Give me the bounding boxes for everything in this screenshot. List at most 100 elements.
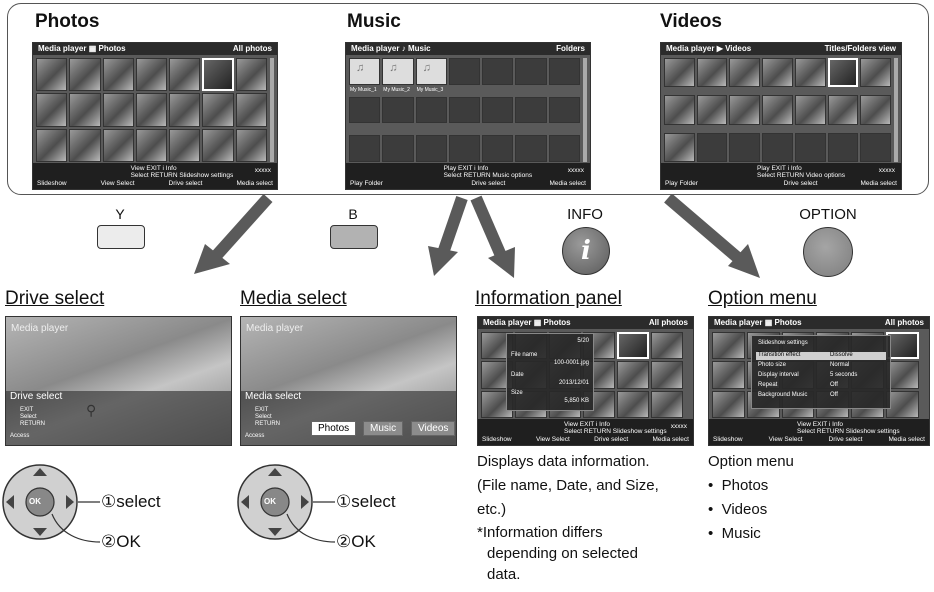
footer-button-yellow[interactable]: Drive select bbox=[594, 436, 628, 443]
video-thumb[interactable] bbox=[664, 132, 695, 162]
photo-thumb[interactable] bbox=[617, 390, 649, 418]
photo-thumb[interactable] bbox=[36, 93, 68, 127]
photo-thumb[interactable] bbox=[712, 390, 745, 418]
info-key[interactable]: i bbox=[562, 227, 610, 275]
music-folder[interactable]: ♫ My Music_2 bbox=[382, 58, 414, 93]
photo-thumb[interactable] bbox=[102, 128, 134, 162]
video-thumb[interactable] bbox=[794, 95, 826, 125]
footer-button-green[interactable]: View Select bbox=[769, 436, 803, 443]
footer-button-red[interactable]: Slideshow bbox=[713, 436, 743, 443]
footer-button-red[interactable]: Play Folder bbox=[665, 180, 698, 187]
video-thumb[interactable] bbox=[762, 95, 793, 125]
photo-thumb[interactable] bbox=[169, 58, 201, 92]
photo-thumb[interactable] bbox=[36, 128, 68, 162]
step-select: ①select bbox=[101, 492, 161, 511]
footer-button-blue[interactable]: Media select bbox=[550, 180, 587, 187]
photo-thumb[interactable] bbox=[102, 93, 134, 127]
video-thumb[interactable] bbox=[729, 95, 761, 125]
photo-thumb[interactable] bbox=[886, 390, 919, 418]
screen-title: Media player bbox=[11, 323, 69, 334]
video-thumb[interactable] bbox=[664, 58, 695, 88]
photo-thumb[interactable] bbox=[36, 58, 68, 92]
option-row-repeat[interactable]: Repeat Off bbox=[756, 382, 886, 390]
scrollbar[interactable] bbox=[270, 58, 274, 162]
scrollbar[interactable] bbox=[894, 58, 898, 162]
video-thumb[interactable] bbox=[860, 58, 891, 88]
footer-button-blue[interactable]: Media select bbox=[652, 436, 689, 443]
photo-thumb-selected[interactable] bbox=[617, 332, 649, 360]
option-key[interactable] bbox=[803, 227, 853, 277]
photo-thumb-selected[interactable] bbox=[202, 58, 234, 92]
photo-thumb[interactable] bbox=[169, 128, 201, 162]
footer-button-green[interactable]: View Select bbox=[536, 436, 570, 443]
blue-key[interactable] bbox=[330, 225, 378, 249]
photo-thumb[interactable] bbox=[617, 361, 649, 389]
video-thumb[interactable] bbox=[696, 58, 728, 88]
photo-thumb[interactable] bbox=[235, 128, 267, 162]
footer-button-yellow[interactable]: Drive select bbox=[784, 180, 818, 187]
photo-thumb[interactable] bbox=[712, 361, 745, 389]
photo-thumb[interactable] bbox=[169, 93, 201, 127]
footer-button-yellow[interactable]: Drive select bbox=[471, 180, 505, 187]
footer-button-blue[interactable]: Media select bbox=[237, 180, 274, 187]
video-thumb[interactable] bbox=[762, 58, 793, 88]
footer-button-yellow[interactable]: Drive select bbox=[169, 180, 203, 187]
option-row-music[interactable]: Background Music Off bbox=[756, 392, 886, 400]
photo-thumb[interactable] bbox=[235, 93, 267, 127]
photo-thumb[interactable] bbox=[135, 128, 168, 162]
footer-button-blue[interactable]: Media select bbox=[860, 180, 897, 187]
option-row-transition[interactable]: Transition effect Dissolve bbox=[756, 352, 886, 360]
footer-count: xxxxx bbox=[254, 167, 271, 174]
music-folder[interactable]: ♫ My Music_3 bbox=[415, 58, 447, 93]
photo-thumb-selected[interactable] bbox=[886, 332, 919, 360]
info-key-label: INFO bbox=[567, 206, 603, 223]
video-thumb[interactable] bbox=[729, 58, 761, 88]
photo-thumb[interactable] bbox=[202, 93, 234, 127]
photos-screen[interactable]: Media player ▦ Photos All photos View EX… bbox=[32, 42, 278, 190]
video-thumb[interactable] bbox=[794, 58, 826, 88]
video-thumb[interactable] bbox=[827, 95, 859, 125]
empty-slot bbox=[415, 96, 447, 124]
photo-thumb[interactable] bbox=[651, 332, 683, 360]
footer-button-red[interactable]: Slideshow bbox=[482, 436, 512, 443]
option-menu-desc-title: Option menu bbox=[708, 453, 794, 470]
photo-thumb[interactable] bbox=[69, 93, 101, 127]
photo-thumb[interactable] bbox=[135, 93, 168, 127]
footer-button-red[interactable]: Slideshow bbox=[37, 180, 67, 187]
video-thumb[interactable] bbox=[696, 95, 728, 125]
tab-music[interactable]: Music bbox=[363, 421, 404, 436]
footer-button-yellow[interactable]: Drive select bbox=[829, 436, 863, 443]
music-screen[interactable]: Media player ♪ Music Folders ♫ My Music_1… bbox=[345, 42, 591, 190]
footer-button-green[interactable]: View Select bbox=[101, 180, 135, 187]
option-row-photo-size[interactable]: Photo size Normal bbox=[756, 362, 886, 370]
video-thumb[interactable] bbox=[860, 95, 891, 125]
photo-thumb[interactable] bbox=[69, 58, 101, 92]
scrollbar[interactable] bbox=[583, 58, 587, 162]
photo-thumb[interactable] bbox=[69, 128, 101, 162]
photo-thumb[interactable] bbox=[886, 361, 919, 389]
description-note: data. bbox=[487, 566, 521, 583]
video-thumb-selected[interactable] bbox=[827, 58, 859, 88]
usb-drive-icon[interactable]: ⚲ bbox=[86, 402, 96, 419]
header-view: All photos bbox=[232, 44, 272, 53]
photo-thumb[interactable] bbox=[102, 58, 134, 92]
photo-thumb[interactable] bbox=[651, 361, 683, 389]
option-row-interval[interactable]: Display interval 5 seconds bbox=[756, 372, 886, 380]
header-mode: Photos bbox=[543, 318, 571, 327]
photo-thumb[interactable] bbox=[235, 58, 267, 92]
yellow-key[interactable] bbox=[97, 225, 145, 249]
option-menu-description: Option menu • Photos • Videos • Music bbox=[708, 450, 794, 546]
music-folder[interactable]: ♫ My Music_1 bbox=[349, 58, 381, 93]
tab-photos[interactable]: Photos bbox=[311, 421, 357, 436]
footer-button-blue[interactable]: Media select bbox=[889, 436, 926, 443]
photo-thumb[interactable] bbox=[135, 58, 168, 92]
photo-thumb[interactable] bbox=[651, 390, 683, 418]
empty-slot bbox=[382, 96, 414, 124]
footer-button-red[interactable]: Play Folder bbox=[350, 180, 383, 187]
videos-screen[interactable]: Media player ▶ Videos Titles/Folders vie… bbox=[660, 42, 902, 190]
tab-videos[interactable]: Videos bbox=[411, 421, 456, 436]
video-thumb[interactable] bbox=[664, 95, 695, 125]
photo-thumb[interactable] bbox=[712, 332, 745, 360]
photo-thumb[interactable] bbox=[202, 128, 234, 162]
b-key-label: B bbox=[348, 206, 358, 222]
